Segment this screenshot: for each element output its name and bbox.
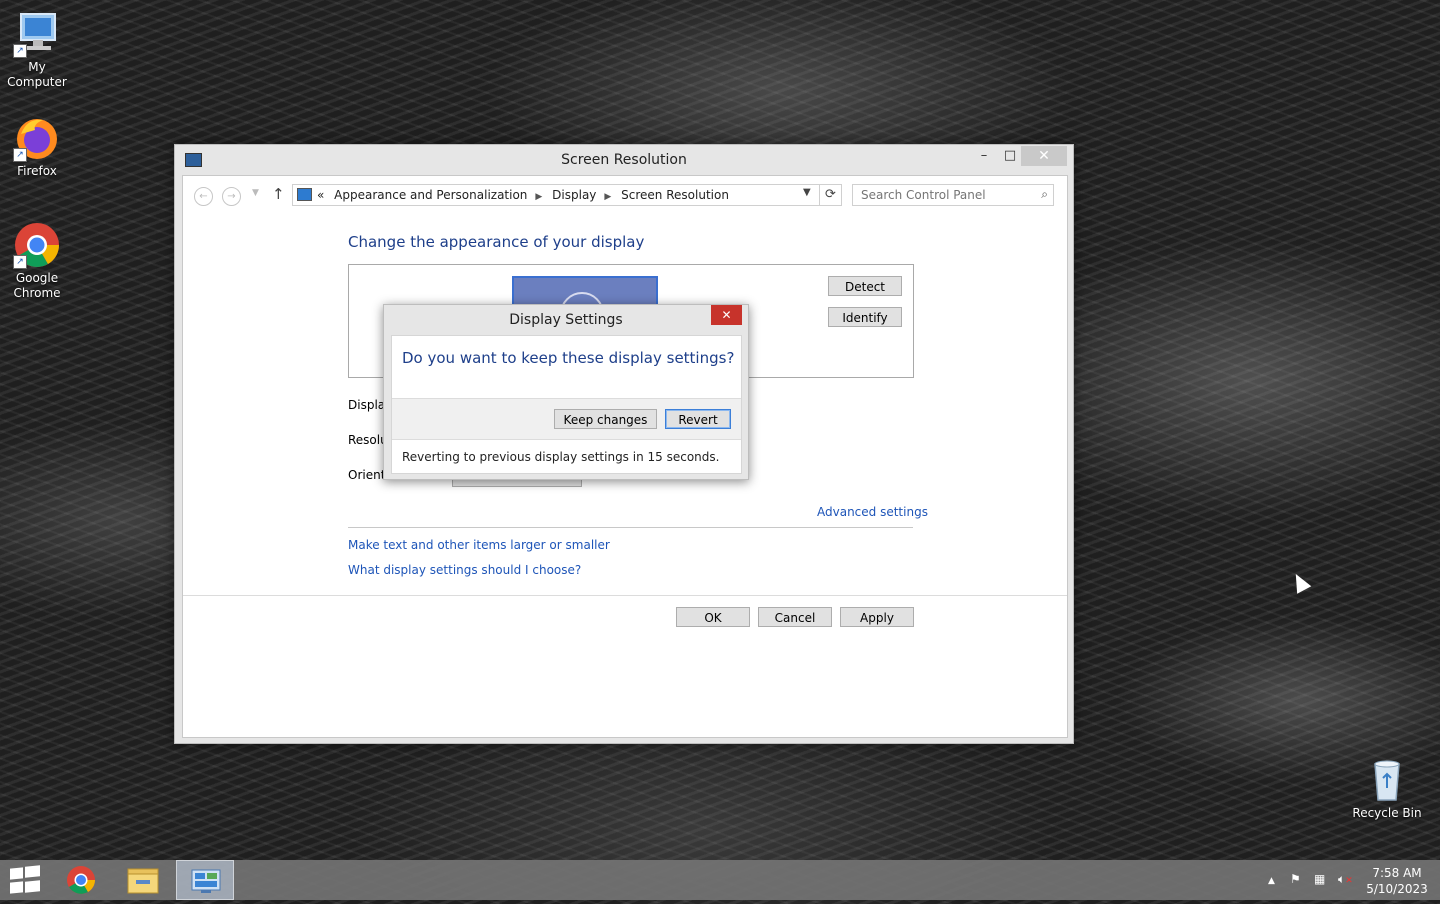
desktop-icon-firefox[interactable]: ↗ Firefox (0, 114, 76, 179)
firefox-icon: ↗ (13, 114, 61, 162)
identify-button[interactable]: Identify (828, 307, 902, 327)
recent-pages-dropdown[interactable]: ▼ (252, 188, 259, 198)
countdown-status: Reverting to previous display settings i… (402, 450, 720, 464)
footer-divider (183, 595, 1067, 596)
system-clock[interactable]: 7:58 AM 5/10/2023 (1362, 865, 1432, 897)
start-button[interactable] (8, 865, 40, 894)
dialog-question: Do you want to keep these display settin… (402, 349, 735, 367)
desktop-icon-label: My Computer (7, 60, 67, 89)
desktop-icon-recycle-bin[interactable]: Recycle Bin (1348, 756, 1426, 821)
ok-button[interactable]: OK (676, 607, 750, 627)
dialog-close-button[interactable]: ✕ (711, 305, 742, 325)
folder-icon (127, 868, 159, 894)
revert-button[interactable]: Revert (665, 409, 731, 429)
mouse-cursor-icon (1288, 570, 1312, 594)
address-bar[interactable]: « Appearance and Personalization ▶ Displa… (292, 184, 842, 206)
back-button[interactable]: ← (194, 187, 213, 206)
window-titlebar[interactable]: Screen Resolution – □ ✕ (175, 145, 1073, 175)
clock-time: 7:58 AM (1372, 866, 1422, 880)
dialog-button-bar: Keep changes Revert (392, 398, 741, 440)
recycle-bin-icon (1363, 756, 1411, 804)
taskbar-control-panel-button[interactable] (176, 860, 234, 900)
breadcrumb: « Appearance and Personalization ▶ Displa… (317, 188, 735, 202)
divider (348, 527, 913, 528)
navigation-bar: ← → ▼ ↑ « Appearance and Personalization… (183, 176, 1067, 212)
forward-button[interactable]: → (222, 187, 241, 206)
address-dropdown-icon[interactable]: ▼ (803, 187, 811, 198)
taskbar-file-explorer-button[interactable] (114, 860, 172, 900)
maximize-button[interactable]: □ (997, 146, 1023, 166)
breadcrumb-separator-icon[interactable]: ▶ (535, 192, 542, 202)
close-button[interactable]: ✕ (1021, 146, 1067, 166)
shortcut-arrow-icon: ↗ (13, 44, 27, 58)
chrome-icon (67, 866, 95, 894)
breadcrumb-overflow[interactable]: « (317, 188, 324, 202)
show-hidden-icons-button[interactable]: ▲ (1268, 876, 1275, 886)
control-panel-icon (297, 188, 312, 201)
action-center-flag-icon[interactable]: ⚑ (1290, 872, 1301, 886)
network-icon[interactable]: ▦ (1314, 872, 1325, 886)
apply-button[interactable]: Apply (840, 607, 914, 627)
chrome-icon: ↗ (13, 221, 61, 269)
shortcut-arrow-icon: ↗ (13, 255, 27, 269)
breadcrumb-appearance[interactable]: Appearance and Personalization (334, 188, 527, 202)
desktop-icon-label: Recycle Bin (1352, 806, 1422, 820)
control-panel-icon (191, 869, 221, 893)
desktop-icon-my-computer[interactable]: ↗ My Computer (0, 10, 76, 90)
computer-icon: ↗ (13, 10, 61, 58)
window-title: Screen Resolution (561, 152, 687, 168)
desktop-icon-label: Firefox (17, 164, 57, 178)
up-button[interactable]: ↑ (272, 185, 285, 203)
resolution-label: Resolu (348, 433, 388, 447)
taskbar: ▲ ⚑ ▦ 🔈︎✕ 7:58 AM 5/10/2023 (0, 860, 1440, 900)
breadcrumb-display[interactable]: Display (552, 188, 596, 202)
cancel-button[interactable]: Cancel (758, 607, 832, 627)
dialog-body: Do you want to keep these display settin… (391, 335, 742, 474)
desktop-icon-label: Google Chrome (13, 271, 61, 300)
speaker-muted-icon[interactable]: 🔈︎✕ (1338, 872, 1353, 887)
search-box[interactable]: ⌕ (852, 184, 1054, 206)
clock-date: 5/10/2023 (1366, 882, 1428, 896)
advanced-settings-link[interactable]: Advanced settings (817, 505, 928, 519)
text-size-link[interactable]: Make text and other items larger or smal… (348, 538, 610, 552)
display-help-link[interactable]: What display settings should I choose? (348, 563, 581, 577)
refresh-icon[interactable]: ⟳ (819, 185, 841, 205)
breadcrumb-screen-resolution[interactable]: Screen Resolution (621, 188, 729, 202)
taskbar-chrome-button[interactable] (52, 860, 110, 900)
shortcut-arrow-icon: ↗ (13, 148, 27, 162)
keep-changes-button[interactable]: Keep changes (554, 409, 657, 429)
desktop-icon-google-chrome[interactable]: ↗ Google Chrome (0, 221, 76, 301)
dialog-title: Display Settings (509, 312, 623, 328)
page-heading: Change the appearance of your display (348, 233, 645, 251)
search-input[interactable] (861, 187, 1031, 202)
search-icon[interactable]: ⌕ (1041, 187, 1048, 202)
minimize-button[interactable]: – (971, 146, 997, 166)
display-settings-dialog: Display Settings ✕ Do you want to keep t… (383, 304, 749, 480)
detect-button[interactable]: Detect (828, 276, 902, 296)
breadcrumb-separator-icon[interactable]: ▶ (604, 192, 611, 202)
